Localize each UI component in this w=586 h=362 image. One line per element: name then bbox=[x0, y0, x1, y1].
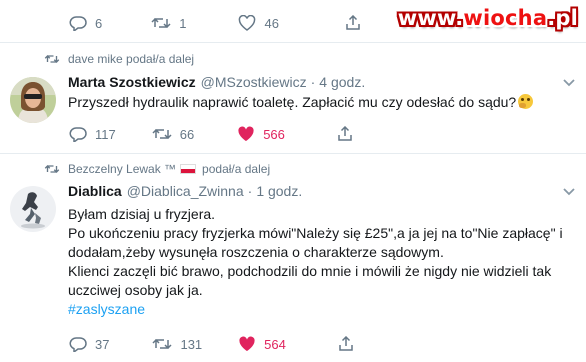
reply-button[interactable]: 37 bbox=[69, 336, 109, 352]
retweet-context[interactable]: dave mike podał/a dalej bbox=[44, 52, 194, 66]
avatar[interactable] bbox=[10, 186, 56, 232]
tweet-divider bbox=[0, 42, 586, 43]
share-button[interactable] bbox=[338, 336, 354, 352]
tweet-timestamp[interactable]: 1 godz. bbox=[256, 183, 302, 199]
like-count: 564 bbox=[264, 336, 286, 352]
chevron-down-icon[interactable] bbox=[562, 187, 576, 197]
retweet-icon bbox=[152, 128, 172, 140]
tweet-divider bbox=[0, 153, 586, 154]
author-name[interactable]: Diablica bbox=[68, 183, 122, 199]
reply-button[interactable]: 117 bbox=[69, 126, 116, 142]
tweet-text: Przyszedł hydraulik naprawić toaletę. Za… bbox=[68, 93, 534, 112]
author-name[interactable]: Marta Szostkiewicz bbox=[68, 74, 196, 90]
hashtag-link[interactable]: #zaslyszane bbox=[68, 300, 563, 319]
retweet-context[interactable]: Bezczelny Lewak ™ podał/a dalej bbox=[44, 162, 270, 176]
retweet-icon bbox=[152, 338, 172, 350]
share-icon bbox=[339, 336, 353, 351]
site-watermark: www.wiocha.pl bbox=[398, 6, 578, 30]
tweet-actions: 117 66 566 bbox=[69, 124, 353, 144]
share-icon bbox=[346, 15, 360, 30]
retweet-context-action: podał/a dalej bbox=[202, 162, 271, 176]
separator-dot: · bbox=[247, 183, 253, 199]
like-button[interactable]: 564 bbox=[238, 336, 286, 352]
watermark-suffix: .pl bbox=[547, 6, 578, 30]
heart-filled-icon bbox=[239, 336, 255, 351]
tweet-text-line: Klienci zaczęli bić brawo, podchodzili d… bbox=[68, 263, 552, 279]
reply-button[interactable]: 6 bbox=[69, 15, 102, 31]
tweet-text-content: Przyszedł hydraulik naprawić toaletę. Za… bbox=[68, 94, 517, 110]
thinking-face-emoji-icon bbox=[518, 94, 534, 109]
tweet-actions: 37 131 564 bbox=[69, 334, 354, 354]
reply-icon bbox=[69, 127, 87, 142]
separator-dot: · bbox=[310, 74, 316, 90]
retweet-icon bbox=[44, 165, 60, 173]
reply-icon bbox=[69, 337, 87, 352]
avatar[interactable] bbox=[10, 77, 56, 123]
tweet-header: Diablica @Diablica_Zwinna · 1 godz. bbox=[68, 183, 302, 199]
like-button[interactable]: 566 bbox=[237, 126, 285, 142]
retweet-button[interactable]: 1 bbox=[151, 15, 186, 31]
share-icon bbox=[338, 126, 352, 141]
retweet-button[interactable]: 66 bbox=[152, 126, 194, 142]
watermark-brand: wiocha bbox=[463, 6, 548, 30]
poland-flag-icon bbox=[180, 164, 197, 174]
retweet-button[interactable]: 131 bbox=[152, 336, 202, 352]
tweet-text-line: dodałam,żeby wysunęła roszczenia o chara… bbox=[68, 244, 444, 260]
retweet-context-text: dave mike podał/a dalej bbox=[68, 52, 195, 66]
like-count: 46 bbox=[264, 15, 279, 31]
retweet-context-name: Bezczelny Lewak ™ bbox=[68, 162, 177, 176]
reply-icon bbox=[69, 16, 87, 31]
retweet-icon bbox=[151, 17, 171, 29]
reply-count: 37 bbox=[95, 336, 110, 352]
retweet-count: 131 bbox=[180, 336, 203, 352]
tweet-text-line: Po ukończeniu pracy fryzjerka mówi"Należ… bbox=[68, 225, 563, 241]
watermark-prefix: www. bbox=[397, 6, 464, 30]
heart-filled-icon bbox=[238, 126, 254, 141]
like-count: 566 bbox=[263, 126, 285, 142]
heart-icon bbox=[239, 15, 256, 31]
author-handle[interactable]: @MSzostkiewicz bbox=[201, 74, 307, 90]
tweet-text: Byłam dzisiaj u fryzjera. Po ukończeniu … bbox=[68, 205, 563, 319]
chevron-down-icon[interactable] bbox=[562, 78, 576, 88]
top-tweet-actions: 6 1 46 bbox=[69, 13, 361, 33]
share-button[interactable] bbox=[345, 15, 361, 31]
author-handle[interactable]: @Diablica_Zwinna bbox=[127, 183, 244, 199]
like-button[interactable]: 46 bbox=[238, 15, 279, 31]
retweet-count: 1 bbox=[179, 15, 187, 31]
retweet-icon bbox=[44, 55, 60, 63]
reply-count: 117 bbox=[95, 126, 116, 142]
share-button[interactable] bbox=[337, 126, 353, 142]
tweet-header: Marta Szostkiewicz @MSzostkiewicz · 4 go… bbox=[68, 74, 365, 90]
retweet-count: 66 bbox=[179, 126, 195, 142]
tweet-text-line: uczciwej osoby jak ja. bbox=[68, 282, 203, 298]
tweet-text-line: Byłam dzisiaj u fryzjera. bbox=[68, 206, 216, 222]
reply-count: 6 bbox=[95, 15, 103, 31]
tweet-timestamp[interactable]: 4 godz. bbox=[319, 74, 365, 90]
